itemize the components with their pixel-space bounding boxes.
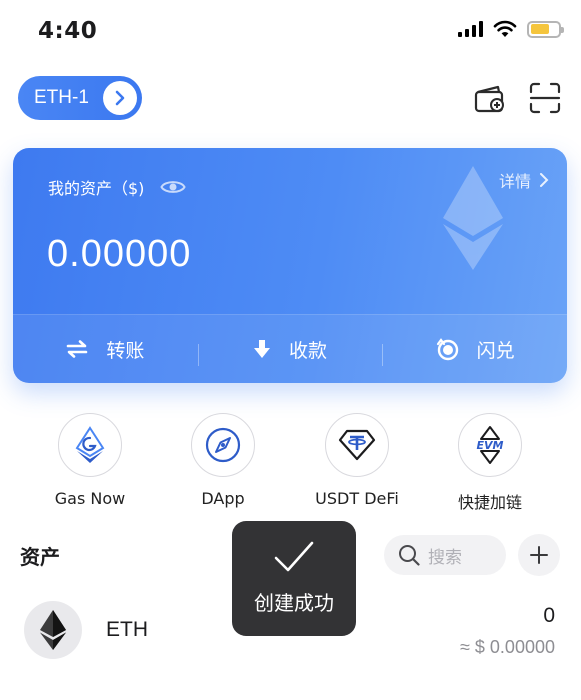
chevron-right-icon [540, 173, 549, 187]
asset-card: 我的资产（$) 详情 0.00000 转账 收款 闪兑 [13, 148, 567, 383]
toast-message: 创建成功 [254, 591, 334, 615]
swap-button[interactable]: 闪兑 [382, 336, 567, 366]
battery-icon [527, 20, 564, 38]
search-placeholder: 搜索 [428, 547, 462, 568]
quick-app-add-chain[interactable]: EVM 快捷加链 [425, 413, 555, 513]
token-fiat-value: ≈ $ 0.00000 [460, 637, 555, 657]
status-bar: 4:40 [0, 0, 581, 64]
wallet-selector[interactable]: ETH-1 [18, 76, 142, 120]
wifi-icon [493, 20, 517, 37]
quick-app-icon-frame [58, 413, 122, 477]
ethereum-watermark-icon [443, 166, 503, 270]
total-balance: 0.00000 [47, 233, 192, 275]
asset-card-title: 我的资产（$) [48, 179, 145, 198]
swap-label: 闪兑 [476, 339, 515, 362]
transfer-button[interactable]: 转账 [13, 336, 198, 363]
asset-search-input[interactable]: 搜索 [384, 535, 506, 575]
compass-icon [205, 427, 241, 463]
assets-title: 资产 [20, 545, 60, 569]
asset-detail-label: 详情 [498, 172, 531, 191]
success-toast: 创建成功 [232, 521, 356, 636]
svg-text:EVM: EVM [477, 439, 504, 452]
quick-app-label: Gas Now [54, 489, 126, 508]
quick-app-label: USDT DeFi [315, 489, 399, 508]
usdt-icon [338, 429, 376, 461]
token-symbol: ETH [106, 618, 148, 641]
transfer-icon [67, 340, 88, 358]
quick-app-gas-now[interactable]: Gas Now [25, 413, 155, 508]
chevron-right-icon [103, 81, 137, 115]
eth-icon [40, 610, 66, 650]
eye-icon[interactable] [160, 178, 187, 196]
plus-icon [530, 546, 548, 564]
quick-app-dapp[interactable]: DApp [158, 413, 288, 508]
swap-icon [436, 338, 458, 361]
token-amount: 0 [543, 604, 555, 627]
status-time: 4:40 [38, 18, 98, 44]
receive-icon [254, 340, 270, 358]
cellular-signal-icon [458, 21, 483, 37]
checkmark-icon [274, 541, 314, 572]
quick-app-usdt-defi[interactable]: USDT DeFi [292, 413, 422, 508]
asset-detail-link[interactable]: 详情 [499, 168, 549, 192]
status-icons [458, 20, 564, 38]
quick-app-icon-frame: EVM [458, 413, 522, 477]
quick-app-label: DApp [201, 489, 245, 508]
add-wallet-icon[interactable] [472, 80, 508, 116]
receive-label: 收款 [289, 339, 328, 362]
quick-apps: Gas Now DApp USDT DeFi EVM 快捷加链 [0, 413, 581, 513]
token-logo [24, 601, 82, 659]
search-icon [399, 545, 420, 566]
wallet-name: ETH-1 [34, 87, 89, 108]
asset-actions: 转账 收款 闪兑 [13, 314, 567, 383]
asset-card-header: 我的资产（$) [48, 175, 187, 199]
evm-icon: EVM [477, 426, 504, 464]
transfer-label: 转账 [106, 339, 145, 362]
add-token-button[interactable] [518, 534, 560, 576]
gas-now-icon [75, 426, 105, 463]
receive-button[interactable]: 收款 [197, 336, 383, 366]
quick-app-icon-frame [191, 413, 255, 477]
scan-icon[interactable] [527, 80, 563, 116]
quick-app-label: 快捷加链 [457, 493, 522, 512]
quick-app-icon-frame [325, 413, 389, 477]
